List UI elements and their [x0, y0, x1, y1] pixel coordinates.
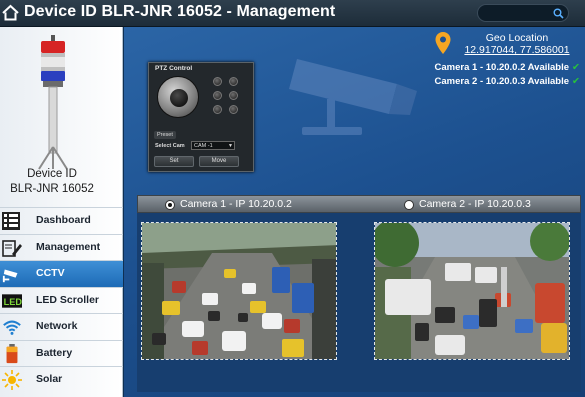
joystick-knob[interactable] — [170, 89, 188, 107]
battery-icon — [6, 343, 18, 363]
sidebar-item-solar[interactable]: Solar — [0, 366, 123, 393]
camera-2-feed[interactable] — [374, 222, 570, 360]
select-cam-label: Select Cam — [155, 143, 185, 149]
sidebar-item-label: CCTV — [36, 267, 65, 279]
sidebar-item-label: Management — [36, 240, 101, 253]
camera-1-status-text: Camera 1 - 10.20.0.2 Available — [434, 62, 570, 73]
iris-close-button[interactable] — [229, 105, 238, 114]
iris-open-button[interactable] — [213, 105, 222, 114]
sidebar-item-battery[interactable]: Battery — [0, 339, 123, 367]
radio-unselected-icon[interactable] — [404, 200, 414, 210]
device-id-caption: Device ID — [27, 168, 77, 180]
sidebar-item-cctv[interactable]: CCTV — [0, 260, 123, 287]
camera-2-status: Camera 2 - 10.20.0.3 Available ✔ — [435, 76, 580, 87]
search-input[interactable] — [484, 6, 552, 20]
camera-2-status-text: Camera 2 - 10.20.0.3 Available — [434, 76, 570, 87]
tower-light-icon — [38, 35, 68, 170]
home-icon[interactable] — [2, 4, 19, 21]
camera-select[interactable]: CAM -1 ▼ — [191, 141, 235, 150]
location-pin-icon — [435, 32, 451, 54]
main-content: PTZ Control Preset Select Cam CAM -1 ▼ S… — [124, 27, 585, 397]
camera-1-tab-label: Camera 1 - IP 10.20.0.2 — [180, 198, 292, 210]
traffic-scene-image — [375, 223, 569, 359]
ptz-control-panel: PTZ Control Preset Select Cam CAM -1 ▼ S… — [148, 62, 254, 172]
ptz-joystick[interactable] — [157, 76, 199, 118]
traffic-scene-image — [142, 223, 336, 359]
camera-1-feed[interactable] — [141, 222, 337, 360]
cctv-icon — [2, 269, 18, 283]
ptz-title: PTZ Control — [155, 65, 193, 72]
window-title: Device ID BLR-JNR 16052 - Management — [24, 3, 336, 20]
zoom-out-button[interactable] — [229, 77, 238, 86]
focus-far-button[interactable] — [229, 91, 238, 100]
radio-selected-icon[interactable] — [165, 200, 175, 210]
camera-2-radio[interactable]: Camera 2 - IP 10.20.0.3 — [404, 198, 564, 212]
sidebar-item-network[interactable]: Network — [0, 313, 123, 340]
sidebar-item-dashboard[interactable]: Dashboard — [0, 207, 123, 234]
move-button[interactable]: Move — [199, 156, 239, 167]
preset-label: Preset — [154, 131, 176, 139]
device-id-value: BLR-JNR 16052 — [10, 183, 94, 195]
chevron-down-icon: ▼ — [228, 143, 233, 149]
title-bar: Device ID BLR-JNR 16052 - Management — [0, 0, 585, 27]
camera-select-value: CAM -1 — [194, 143, 213, 149]
search-box[interactable] — [477, 4, 569, 22]
wifi-icon — [3, 320, 21, 335]
camera-1-status: Camera 1 - 10.20.0.2 Available ✔ — [435, 62, 580, 73]
geo-coordinates-link[interactable]: 12.917044, 77.586001 — [457, 44, 577, 56]
set-button[interactable]: Set — [154, 156, 194, 167]
sidebar-item-label: Network — [36, 320, 78, 332]
zoom-in-button[interactable] — [213, 77, 222, 86]
sidebar-nav: Dashboard Management CCTV LED LED Scroll… — [0, 207, 123, 393]
search-icon[interactable] — [553, 8, 564, 19]
sidebar: Device ID BLR-JNR 16052 Dashboard Manage… — [0, 27, 123, 397]
sidebar-item-management[interactable]: Management — [0, 233, 123, 261]
management-icon — [2, 239, 22, 257]
camera-feeds-panel: Camera 1 - IP 10.20.0.2 Camera 2 - IP 10… — [137, 195, 581, 392]
dashboard-icon — [2, 212, 20, 230]
sidebar-item-label: LED Scroller — [36, 293, 100, 306]
svg-text:LED: LED — [4, 297, 22, 307]
sidebar-item-label: Battery — [36, 346, 73, 359]
focus-near-button[interactable] — [213, 91, 222, 100]
sidebar-item-label: Solar — [36, 373, 63, 385]
geo-location-title: Geo Location — [485, 32, 549, 44]
device-id-label: Device ID BLR-JNR 16052 — [0, 167, 104, 197]
cctv-watermark-icon — [289, 59, 417, 135]
check-icon: ✔ — [572, 76, 580, 87]
solar-icon — [2, 370, 22, 390]
camera-selector-bar: Camera 1 - IP 10.20.0.2 Camera 2 - IP 10… — [137, 195, 581, 213]
led-icon: LED — [2, 293, 22, 308]
camera-1-radio[interactable]: Camera 1 - IP 10.20.0.2 — [165, 198, 325, 212]
camera-2-tab-label: Camera 2 - IP 10.20.0.3 — [419, 198, 531, 210]
check-icon: ✔ — [572, 62, 580, 73]
sidebar-item-led-scroller[interactable]: LED LED Scroller — [0, 286, 123, 314]
sidebar-item-label: Dashboard — [36, 214, 91, 226]
